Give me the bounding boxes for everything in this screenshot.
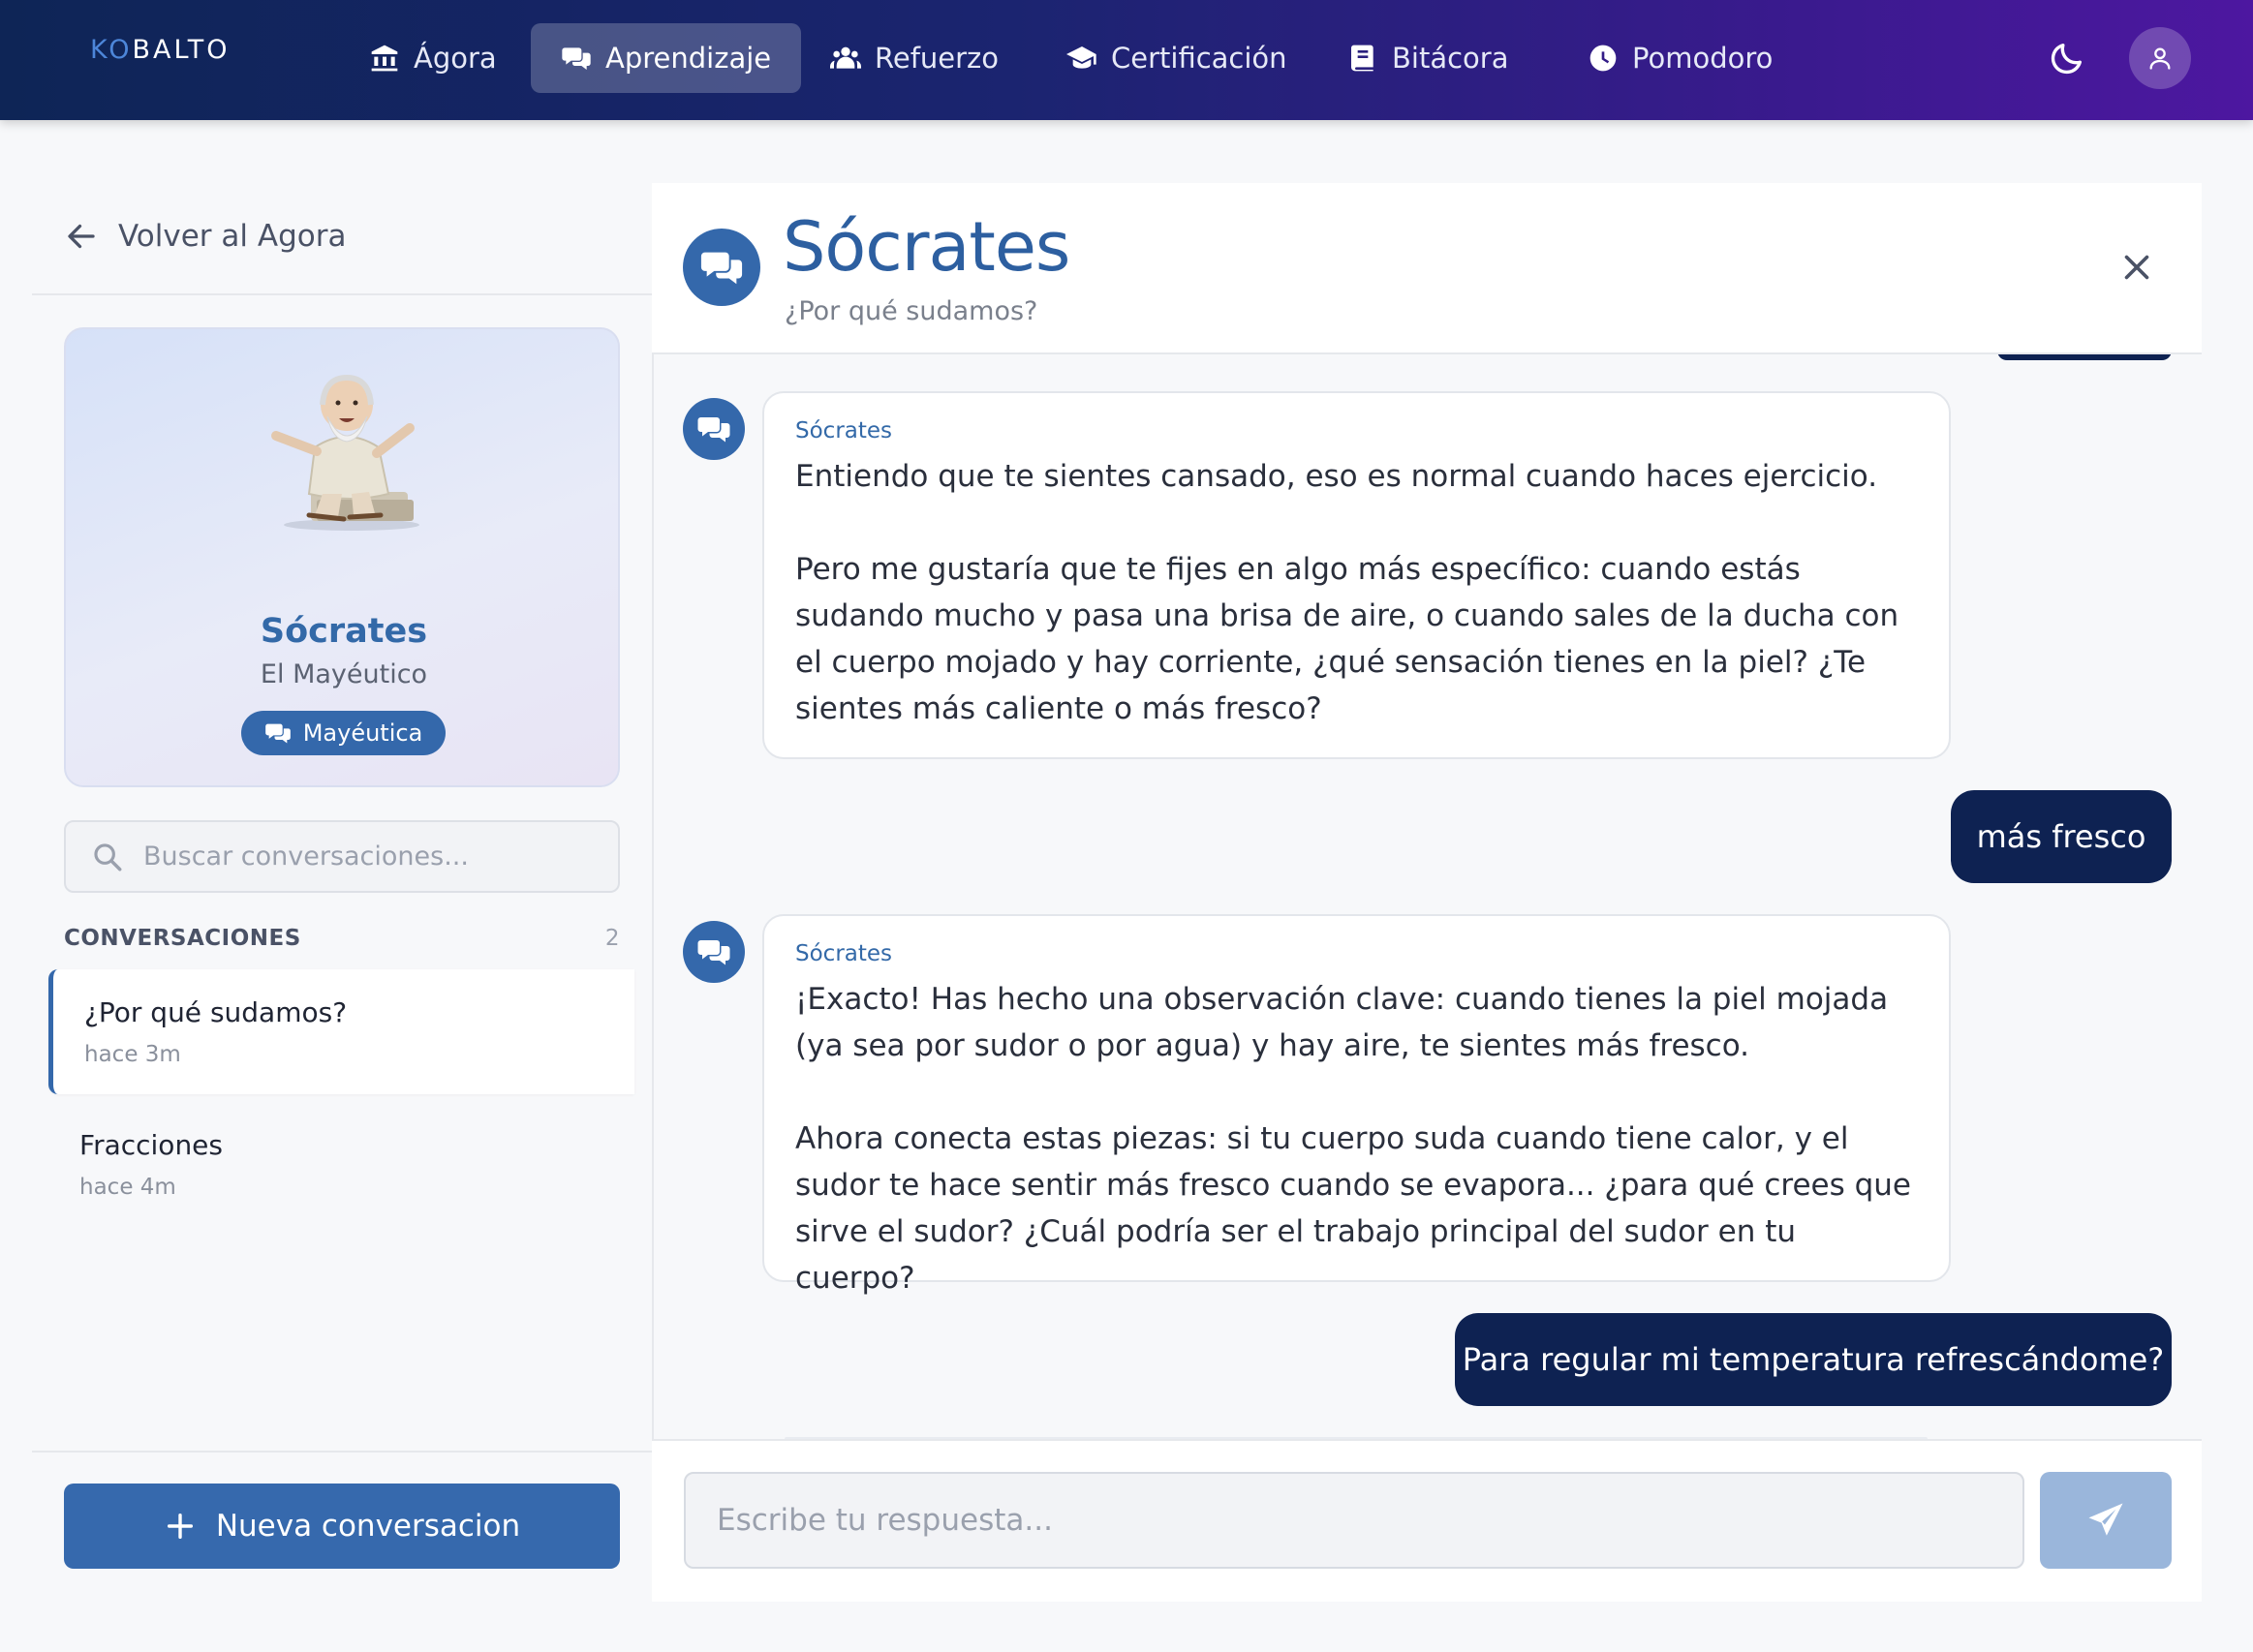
- user-icon: [2149, 47, 2171, 70]
- chat-bubbles-icon: [697, 940, 730, 965]
- sidebar-divider: [32, 293, 652, 295]
- nav-item-certificacion[interactable]: Certificación: [1036, 23, 1317, 93]
- arrow-left-icon: [68, 224, 95, 249]
- message-text: Entiendo que te sientes cansado, eso es …: [795, 459, 1899, 726]
- clock-icon: [1589, 45, 1617, 72]
- chat-bubbles-icon: [700, 252, 743, 285]
- top-navbar: KOBALTO Ágora Aprendizaje Refuerzo Certi…: [0, 0, 2253, 120]
- nav-item-bitacora[interactable]: Bitácora: [1317, 23, 1538, 93]
- persona-name: Sócrates: [260, 612, 428, 651]
- message-sender: Sócrates: [795, 418, 893, 444]
- conversations-count: 2: [604, 926, 620, 951]
- persona-method-badge: Mayéutica: [241, 711, 446, 755]
- nav-item-label: Refuerzo: [875, 42, 1000, 75]
- conversation-title: ¿Por qué sudamos?: [84, 996, 348, 1028]
- users-icon: [830, 46, 861, 69]
- chat-subtitle: ¿Por qué sudamos?: [785, 296, 1038, 326]
- assistant-avatar: [683, 921, 745, 983]
- user-message: más fresco: [1951, 790, 2172, 883]
- back-link-label: Volver al Agora: [118, 219, 347, 254]
- back-to-agora-link[interactable]: Volver al Agora: [64, 219, 346, 254]
- send-button[interactable]: [2040, 1472, 2172, 1569]
- message-text: Para regular mi temperatura refrescándom…: [1462, 1341, 2165, 1378]
- message-text: ¡Exacto! Has hecho una observación clave…: [795, 982, 1911, 1296]
- assistant-message: Sócrates Entiendo que te sientes cansado…: [762, 391, 1951, 759]
- nav-item-label: Aprendizaje: [605, 42, 772, 75]
- sidebar-footer-divider: [32, 1451, 652, 1453]
- app-logo[interactable]: KOBALTO: [90, 35, 231, 65]
- new-conversation-button[interactable]: Nueva conversacion: [64, 1484, 620, 1569]
- plus-icon: [167, 1513, 193, 1540]
- conversation-item-active[interactable]: ¿Por qué sudamos? hace 3m: [48, 969, 634, 1094]
- nav-item-label: Ágora: [414, 42, 497, 75]
- chat-bubbles-icon: [264, 723, 291, 744]
- persona-card: Sócrates El Mayéutico Mayéutica: [64, 327, 620, 787]
- chat-header-avatar: [683, 229, 760, 306]
- conversation-title: Fracciones: [79, 1129, 223, 1161]
- search-input[interactable]: [143, 841, 589, 872]
- conversation-time: hace 4m: [79, 1175, 176, 1200]
- message-text: más fresco: [1976, 818, 2146, 855]
- nav-item-label: Bitácora: [1392, 42, 1509, 75]
- nav-item-aprendizaje[interactable]: Aprendizaje: [531, 23, 802, 93]
- moon-icon[interactable]: [2048, 39, 2086, 77]
- bank-icon: [371, 45, 398, 72]
- message-sender: Sócrates: [795, 941, 893, 966]
- book-icon: [1351, 45, 1373, 72]
- assistant-message: Sócrates ¡Exacto! Has hecho una observac…: [762, 914, 1951, 1296]
- persona-subtitle: El Mayéutico: [260, 659, 428, 689]
- chat-bubbles-icon: [697, 417, 730, 443]
- conversation-time: hace 3m: [84, 1042, 181, 1067]
- chat-title: Sócrates: [783, 207, 1070, 287]
- nav-item-label: Certificación: [1111, 42, 1287, 75]
- new-conversation-label: Nueva conversacion: [215, 1509, 521, 1544]
- nav-item-refuerzo[interactable]: Refuerzo: [800, 23, 1029, 93]
- user-message: Para regular mi temperatura refrescándom…: [1455, 1313, 2172, 1406]
- profile-button[interactable]: [2129, 27, 2191, 89]
- close-icon[interactable]: [2119, 250, 2154, 285]
- nav-item-agora[interactable]: Ágora: [339, 23, 527, 93]
- conversation-item[interactable]: Fracciones hace 4m: [48, 1102, 634, 1227]
- nav-item-label: Pomodoro: [1632, 42, 1774, 75]
- nav-item-pomodoro[interactable]: Pomodoro: [1558, 23, 1803, 93]
- search-icon: [94, 842, 122, 871]
- conversations-header-label: CONVERSACIONES: [64, 926, 301, 951]
- graduation-cap-icon: [1066, 46, 1096, 69]
- send-icon: [2088, 1503, 2123, 1536]
- conversations-header: CONVERSACIONES 2: [64, 926, 620, 951]
- badge-label: Mayéutica: [302, 719, 423, 747]
- reply-input[interactable]: [684, 1472, 2024, 1569]
- chat-bubbles-icon: [562, 47, 591, 70]
- socrates-figure-image: [271, 374, 419, 531]
- assistant-avatar: [683, 398, 745, 460]
- conversation-search: [64, 820, 620, 893]
